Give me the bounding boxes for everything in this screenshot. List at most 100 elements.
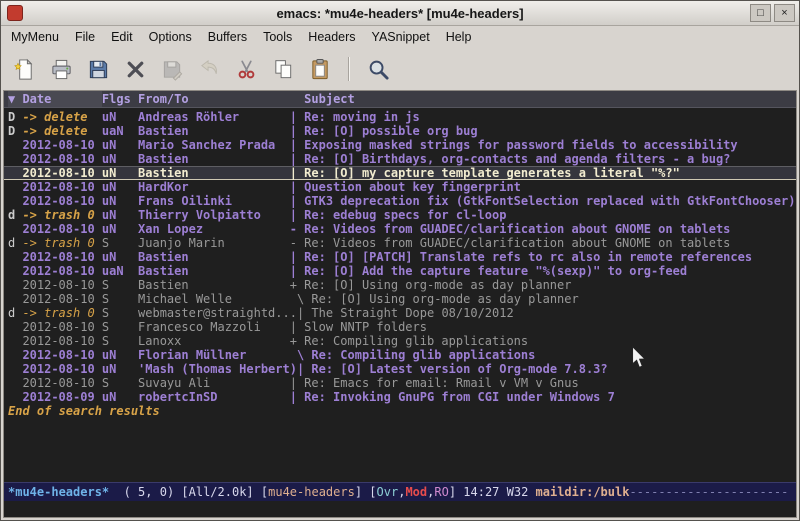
mark-flag: d	[8, 208, 22, 222]
message-subject: Exposing masked strings for password fie…	[304, 138, 737, 152]
message-subject: Re: Invoking GnuPG from CGI under Window…	[304, 390, 615, 404]
message-subject: The Straight Dope 08/10/2012	[311, 306, 513, 320]
message-date: 2012-08-10	[22, 264, 101, 278]
message-flags: S	[102, 376, 138, 390]
message-row[interactable]: 2012-08-10SBastien+Re: [O] Using org-mod…	[4, 278, 796, 292]
new-file-button[interactable]	[9, 54, 39, 84]
print-button[interactable]	[46, 54, 76, 84]
menu-yasnippet[interactable]: YASnippet	[364, 27, 438, 47]
modeline[interactable]: *mu4e-headers* ( 5, 0) [All/2.0k] [mu4e-…	[4, 482, 796, 501]
message-flags: S	[102, 292, 138, 306]
paste-button[interactable]	[305, 54, 335, 84]
undo-icon	[198, 58, 221, 81]
menu-help[interactable]: Help	[438, 27, 480, 47]
maximize-icon: □	[757, 8, 764, 19]
modeline-part: ----------------------	[629, 485, 788, 499]
message-row[interactable]: 2012-08-10uNBastien|Re: [O] Birthdays, o…	[4, 152, 796, 166]
message-from: webmaster@straightd...	[138, 306, 297, 320]
message-row[interactable]: D-> deleteuaNBastien|Re: [O] possible or…	[4, 124, 796, 138]
message-subject: Slow NNTP folders	[304, 320, 427, 334]
menu-mymenu[interactable]: MyMenu	[3, 27, 67, 47]
modeline-part: mu4e-headers	[268, 485, 355, 499]
modeline-part: Ovr	[377, 485, 399, 499]
message-date: 2012-08-10	[22, 166, 101, 180]
thread-char: |	[290, 250, 304, 264]
message-list: D-> deleteuNAndreas Röhler|Re: moving in…	[4, 108, 796, 482]
message-from: Florian Müllner	[138, 348, 290, 362]
mark-flag: D	[8, 110, 22, 124]
menu-edit[interactable]: Edit	[103, 27, 141, 47]
echo-area[interactable]	[4, 501, 796, 517]
message-flags: S	[102, 320, 138, 334]
thread-char: |	[290, 180, 304, 194]
print-icon	[50, 58, 73, 81]
message-date: -> delete	[22, 124, 101, 138]
message-row[interactable]: 2012-08-10SFrancesco Mazzoli|Slow NNTP f…	[4, 320, 796, 334]
menu-options[interactable]: Options	[141, 27, 200, 47]
message-row[interactable]: d-> trash 0uNThierry Volpiatto|Re: edebu…	[4, 208, 796, 222]
message-row[interactable]: 2012-08-10SLanoxx+Re: Compiling glib app…	[4, 334, 796, 348]
message-row[interactable]: d-> trash 0SJuanjo Marin-Re: Videos from…	[4, 236, 796, 250]
thread-char: +	[290, 278, 304, 292]
menu-file[interactable]: File	[67, 27, 103, 47]
message-subject: Re: [O] Using org-mode as day planner	[304, 278, 571, 292]
cut-button[interactable]	[231, 54, 261, 84]
close-buffer-icon	[124, 58, 147, 81]
message-from: robertcInSD	[138, 390, 290, 404]
message-date: 2012-08-10	[22, 222, 101, 236]
message-from: 'Mash (Thomas Herbert)	[138, 362, 297, 376]
search-button[interactable]	[363, 54, 393, 84]
save-button[interactable]	[83, 54, 113, 84]
message-flags: uN	[102, 194, 138, 208]
message-row[interactable]: 2012-08-10SMichael Welle \ Re: [O] Using…	[4, 292, 796, 306]
emacs-window: emacs: *mu4e-headers* [mu4e-headers] □× …	[0, 0, 800, 521]
message-row[interactable]: d-> trash 0Swebmaster@straightd...|The S…	[4, 306, 796, 320]
message-row[interactable]: 2012-08-10uNFrans Oilinki|GTK3 deprecati…	[4, 194, 796, 208]
message-subject: Re: Videos from GUADEC/clarification abo…	[304, 236, 730, 250]
copy-button[interactable]	[268, 54, 298, 84]
message-from: Frans Oilinki	[138, 194, 290, 208]
menu-headers[interactable]: Headers	[300, 27, 363, 47]
thread-char: \	[290, 292, 312, 306]
message-subject: Re: Compiling glib applications	[311, 348, 535, 362]
modeline-part: ( 5, 0)	[109, 485, 181, 499]
column-header-subject[interactable]: Subject	[304, 91, 355, 107]
message-from: Francesco Mazzoli	[138, 320, 290, 334]
message-row[interactable]: 2012-08-09uNrobertcInSD|Re: Invoking Gnu…	[4, 390, 796, 404]
menu-buffers[interactable]: Buffers	[200, 27, 255, 47]
message-row[interactable]: 2012-08-10uNXan Lopez-Re: Videos from GU…	[4, 222, 796, 236]
column-header-from[interactable]: From/To	[138, 91, 304, 107]
message-row[interactable]: 2012-08-10uaNBastien|Re: [O] Add the cap…	[4, 264, 796, 278]
app-icon[interactable]	[7, 5, 23, 21]
close-buffer-button[interactable]	[120, 54, 150, 84]
message-row[interactable]: 2012-08-10uNBastien|Re: [O] [PATCH] Tran…	[4, 250, 796, 264]
message-flags: uN	[102, 222, 138, 236]
message-row[interactable]: 2012-08-10uNHardKor|Question about key f…	[4, 180, 796, 194]
message-date: 2012-08-10	[22, 250, 101, 264]
message-row[interactable]: D-> deleteuNAndreas Röhler|Re: moving in…	[4, 110, 796, 124]
message-from: Bastien	[138, 166, 290, 180]
modeline-part: Mod	[405, 485, 427, 499]
message-subject: GTK3 deprecation fix (GtkFontSelection r…	[304, 194, 795, 208]
message-row[interactable]: 2012-08-10uNBastien|Re: [O] my capture t…	[4, 166, 796, 180]
search-icon	[367, 58, 390, 81]
maximize-button[interactable]: □	[750, 4, 771, 22]
column-header-date[interactable]: ▼ Date	[8, 91, 102, 107]
message-flags: S	[102, 278, 138, 292]
menu-tools[interactable]: Tools	[255, 27, 300, 47]
titlebar[interactable]: emacs: *mu4e-headers* [mu4e-headers] □×	[1, 1, 799, 26]
message-row[interactable]: 2012-08-10uN'Mash (Thomas Herbert)|Re: […	[4, 362, 796, 376]
thread-char: |	[297, 306, 311, 320]
message-row[interactable]: 2012-08-10uNMario Sanchez Prada|Exposing…	[4, 138, 796, 152]
message-subject: Re: Emacs for email: Rmail v VM v Gnus	[304, 376, 579, 390]
message-flags: uN	[102, 166, 138, 180]
close-button[interactable]: ×	[774, 4, 795, 22]
end-of-results: End of search results	[4, 404, 796, 418]
message-from: Xan Lopez	[138, 222, 290, 236]
message-date: 2012-08-10	[22, 362, 101, 376]
message-row[interactable]: 2012-08-10SSuvayu Ali|Re: Emacs for emai…	[4, 376, 796, 390]
message-row[interactable]: 2012-08-10uNFlorian Müllner \ Re: Compil…	[4, 348, 796, 362]
message-flags: uN	[102, 250, 138, 264]
column-header-flags[interactable]: Flgs	[102, 91, 138, 107]
message-from: Bastien	[138, 264, 290, 278]
